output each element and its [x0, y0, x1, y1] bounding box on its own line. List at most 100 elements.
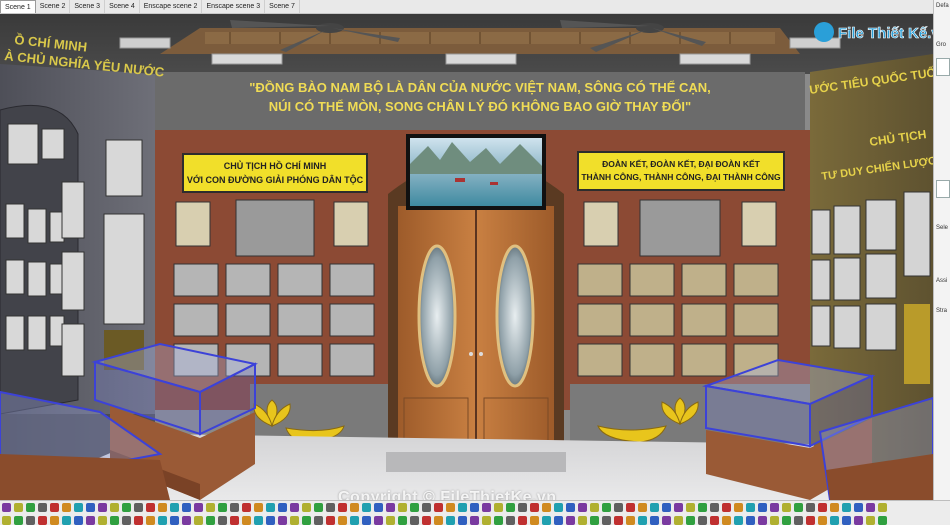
row-two-tool-icon[interactable]	[422, 516, 431, 525]
row1-tool-icon[interactable]	[506, 503, 515, 512]
row-two-tool-icon[interactable]	[326, 516, 335, 525]
row1-tool-icon[interactable]	[254, 503, 263, 512]
row1-tool-icon[interactable]	[446, 503, 455, 512]
row1-tool-icon[interactable]	[266, 503, 275, 512]
row1-tool-icon[interactable]	[650, 503, 659, 512]
row1-tool-icon[interactable]	[494, 503, 503, 512]
row1-tool-icon[interactable]	[422, 503, 431, 512]
default-tray[interactable]: Defa Gro Sele Assi Stra	[933, 0, 950, 500]
row-two-tool-icon[interactable]	[842, 516, 851, 525]
row-two-tool-icon[interactable]	[434, 516, 443, 525]
row-two-tool-icon[interactable]	[410, 516, 419, 525]
scene-tab-4[interactable]: Scene 4	[105, 0, 140, 13]
row-two-tool-icon[interactable]	[638, 516, 647, 525]
row1-tool-icon[interactable]	[278, 503, 287, 512]
row1-tool-icon[interactable]	[206, 503, 215, 512]
row-two-tool-icon[interactable]	[26, 516, 35, 525]
row1-tool-icon[interactable]	[110, 503, 119, 512]
row1-tool-icon[interactable]	[638, 503, 647, 512]
row1-tool-icon[interactable]	[86, 503, 95, 512]
row-two-tool-icon[interactable]	[446, 516, 455, 525]
row-two-tool-icon[interactable]	[158, 516, 167, 525]
row-two-tool-icon[interactable]	[398, 516, 407, 525]
row-two-tool-icon[interactable]	[2, 516, 11, 525]
row-two-tool-icon[interactable]	[218, 516, 227, 525]
row-two-tool-icon[interactable]	[14, 516, 23, 525]
row1-tool-icon[interactable]	[590, 503, 599, 512]
row-two-tool-icon[interactable]	[518, 516, 527, 525]
row1-tool-icon[interactable]	[698, 503, 707, 512]
row-two-tool-icon[interactable]	[122, 516, 131, 525]
row1-tool-icon[interactable]	[242, 503, 251, 512]
row-two-tool-icon[interactable]	[746, 516, 755, 525]
row1-tool-icon[interactable]	[158, 503, 167, 512]
row1-tool-icon[interactable]	[686, 503, 695, 512]
row-two-tool-icon[interactable]	[578, 516, 587, 525]
row-two-tool-icon[interactable]	[698, 516, 707, 525]
row-two-tool-icon[interactable]	[626, 516, 635, 525]
row1-tool-icon[interactable]	[518, 503, 527, 512]
row1-tool-icon[interactable]	[710, 503, 719, 512]
scene-tab-3[interactable]: Scene 3	[70, 0, 106, 13]
row-two-tool-icon[interactable]	[854, 516, 863, 525]
row1-tool-icon[interactable]	[470, 503, 479, 512]
row1-tool-icon[interactable]	[722, 503, 731, 512]
row1-tool-icon[interactable]	[290, 503, 299, 512]
row1-tool-icon[interactable]	[98, 503, 107, 512]
row-two-tool-icon[interactable]	[266, 516, 275, 525]
row-two-tool-icon[interactable]	[818, 516, 827, 525]
row1-tool-icon[interactable]	[458, 503, 467, 512]
row1-tool-icon[interactable]	[170, 503, 179, 512]
row1-tool-icon[interactable]	[74, 503, 83, 512]
row1-tool-icon[interactable]	[134, 503, 143, 512]
row1-tool-icon[interactable]	[350, 503, 359, 512]
row-two-tool-icon[interactable]	[194, 516, 203, 525]
row-two-tool-icon[interactable]	[674, 516, 683, 525]
row-two-tool-icon[interactable]	[50, 516, 59, 525]
row-two-tool-icon[interactable]	[38, 516, 47, 525]
row1-tool-icon[interactable]	[554, 503, 563, 512]
row-two-tool-icon[interactable]	[722, 516, 731, 525]
row-two-tool-icon[interactable]	[458, 516, 467, 525]
row-two-tool-icon[interactable]	[98, 516, 107, 525]
row1-tool-icon[interactable]	[14, 503, 23, 512]
row1-tool-icon[interactable]	[62, 503, 71, 512]
viewport[interactable]: "ĐỒNG BÀO NAM BỘ LÀ DÂN CỦA NƯỚC VIỆT NA…	[0, 14, 933, 500]
row-two-tool-icon[interactable]	[614, 516, 623, 525]
row-two-tool-icon[interactable]	[650, 516, 659, 525]
row1-tool-icon[interactable]	[674, 503, 683, 512]
row1-tool-icon[interactable]	[614, 503, 623, 512]
scene-tab-1[interactable]: Scene 1	[0, 0, 36, 13]
row1-tool-icon[interactable]	[326, 503, 335, 512]
row1-tool-icon[interactable]	[794, 503, 803, 512]
row1-tool-icon[interactable]	[602, 503, 611, 512]
row1-tool-icon[interactable]	[26, 503, 35, 512]
row-two-tool-icon[interactable]	[866, 516, 875, 525]
scene-tab-2[interactable]: Scene 2	[36, 0, 71, 13]
row1-tool-icon[interactable]	[566, 503, 575, 512]
row1-tool-icon[interactable]	[866, 503, 875, 512]
row1-tool-icon[interactable]	[746, 503, 755, 512]
row-two-tool-icon[interactable]	[290, 516, 299, 525]
row1-tool-icon[interactable]	[38, 503, 47, 512]
row-two-tool-icon[interactable]	[146, 516, 155, 525]
row1-tool-icon[interactable]	[314, 503, 323, 512]
row1-tool-icon[interactable]	[758, 503, 767, 512]
row1-tool-icon[interactable]	[434, 503, 443, 512]
row-two-tool-icon[interactable]	[782, 516, 791, 525]
row1-tool-icon[interactable]	[374, 503, 383, 512]
row-two-tool-icon[interactable]	[758, 516, 767, 525]
row1-tool-icon[interactable]	[482, 503, 491, 512]
row-two-tool-icon[interactable]	[470, 516, 479, 525]
row-two-tool-icon[interactable]	[206, 516, 215, 525]
row1-tool-icon[interactable]	[386, 503, 395, 512]
row-two-tool-icon[interactable]	[794, 516, 803, 525]
row1-tool-icon[interactable]	[530, 503, 539, 512]
row1-tool-icon[interactable]	[50, 503, 59, 512]
row-two-tool-icon[interactable]	[350, 516, 359, 525]
row1-tool-icon[interactable]	[842, 503, 851, 512]
row-two-tool-icon[interactable]	[806, 516, 815, 525]
row-two-tool-icon[interactable]	[170, 516, 179, 525]
row1-tool-icon[interactable]	[2, 503, 11, 512]
row1-tool-icon[interactable]	[782, 503, 791, 512]
